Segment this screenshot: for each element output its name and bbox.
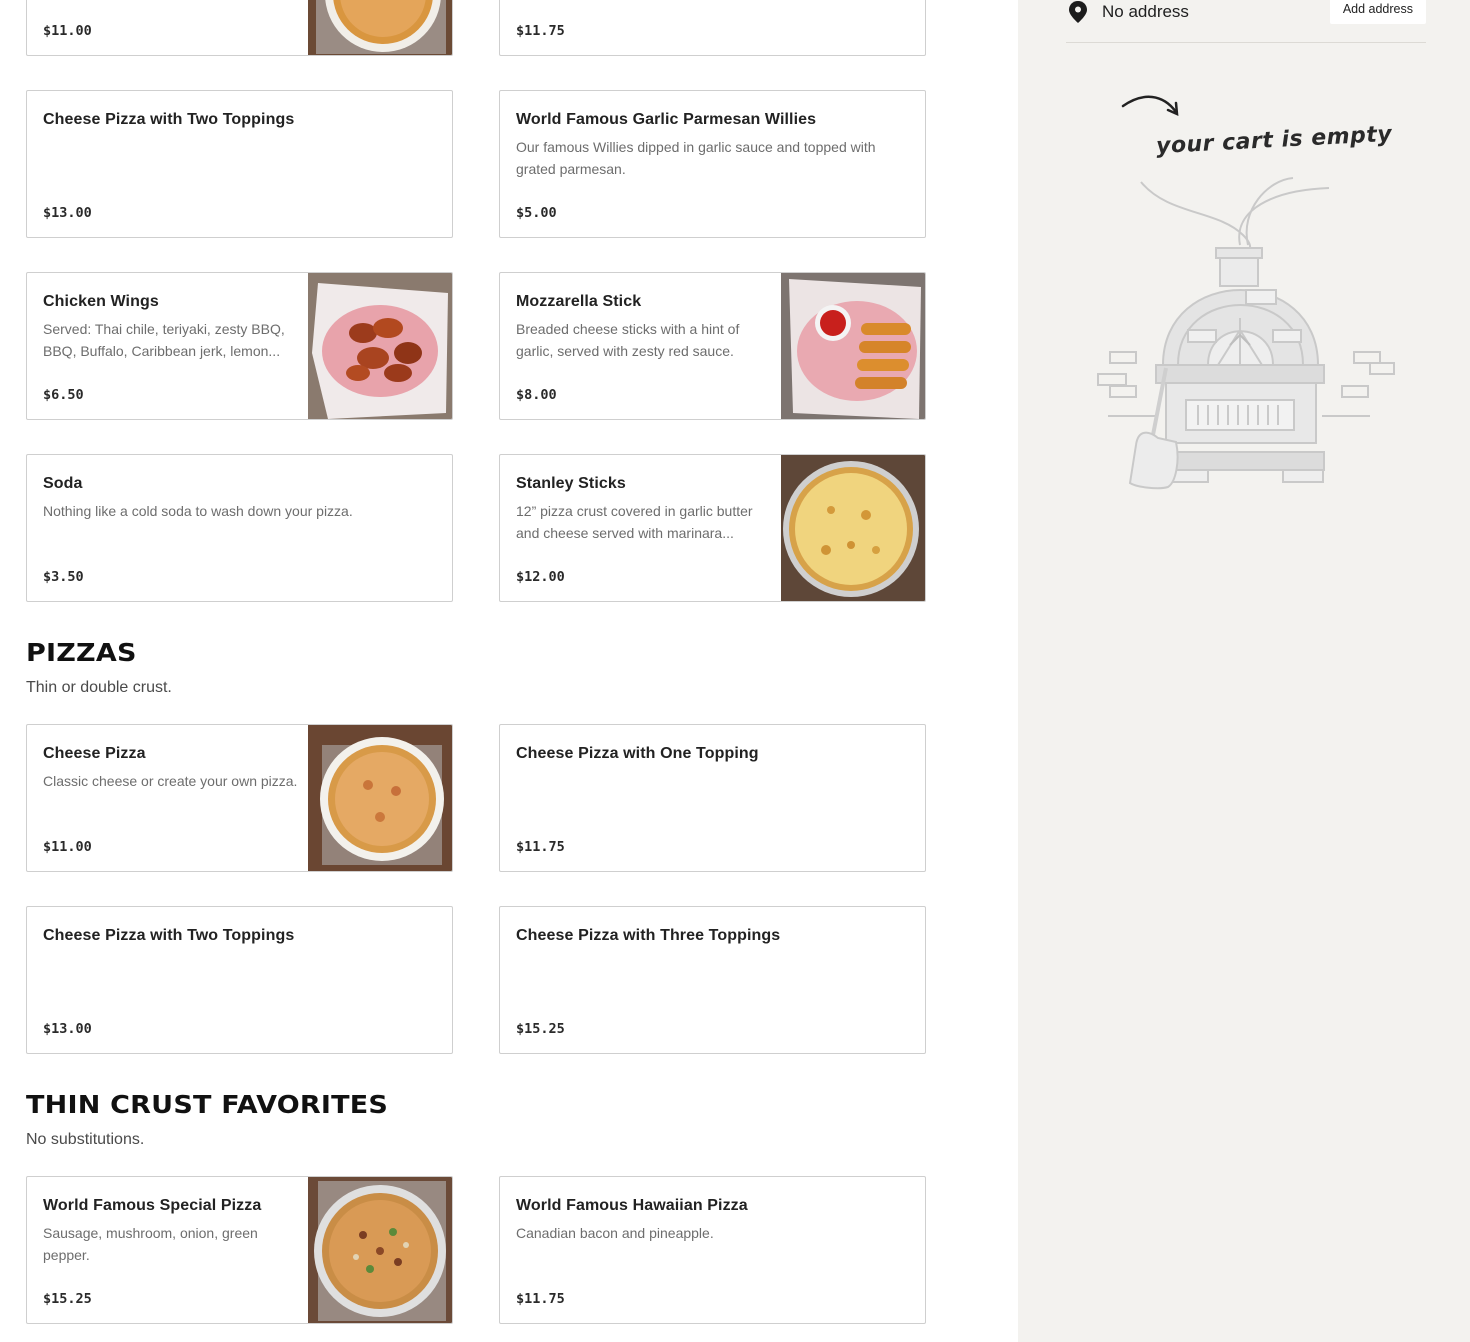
menu-item-card[interactable]: World Famous Special Pizza Sausage, mush… xyxy=(26,1176,453,1324)
item-price: $11.00 xyxy=(43,23,92,39)
item-price: $5.00 xyxy=(516,205,557,221)
menu-item-card[interactable]: Mozzarella Stick Breaded cheese sticks w… xyxy=(499,272,926,420)
item-title: Mozzarella Stick xyxy=(516,293,642,310)
item-description: Sausage, mushroom, onion, green pepper. xyxy=(43,1225,258,1263)
item-photo xyxy=(308,1177,452,1323)
item-title: Stanley Sticks xyxy=(516,475,626,492)
item-description: Classic cheese or create your own pizza. xyxy=(43,773,298,789)
item-description: Nothing like a cold soda to wash down yo… xyxy=(43,503,353,519)
item-price: $11.75 xyxy=(516,23,565,39)
menu-item-card[interactable]: World Famous Garlic Parmesan Willies Our… xyxy=(499,90,926,238)
item-price: $8.00 xyxy=(516,387,557,403)
item-title: Cheese Pizza with One Topping xyxy=(516,745,759,762)
item-price: $6.50 xyxy=(43,387,84,403)
item-title: World Famous Hawaiian Pizza xyxy=(516,1197,748,1214)
item-description: Breaded cheese sticks with a hint of gar… xyxy=(516,321,740,359)
item-title: Chicken Wings xyxy=(43,293,159,310)
menu-item-card[interactable]: Cheese Pizza with Two Toppings $13.00 xyxy=(26,906,453,1054)
item-title: World Famous Special Pizza xyxy=(43,1197,262,1214)
item-photo xyxy=(781,273,925,419)
item-title: World Famous Garlic Parmesan Willies xyxy=(516,111,817,128)
item-price: $13.00 xyxy=(43,205,92,221)
item-price: $11.00 xyxy=(43,839,92,855)
menu-item-card[interactable]: Chicken Wings Served: Thai chile, teriya… xyxy=(26,272,453,420)
menu-item-card[interactable]: Cheese Pizza Classic cheese or create yo… xyxy=(26,724,453,872)
item-price: $15.25 xyxy=(43,1291,92,1307)
menu-item-card[interactable]: World Famous Hawaiian Pizza Canadian bac… xyxy=(499,1176,926,1324)
item-photo xyxy=(308,0,452,55)
item-title: Soda xyxy=(43,475,83,492)
item-price: $12.00 xyxy=(516,569,565,585)
menu-item-card[interactable]: $11.75 xyxy=(499,0,926,56)
menu-item-card[interactable]: Cheese Pizza with Two Toppings $13.00 xyxy=(26,90,453,238)
section-title-pizzas: PIZZAS xyxy=(26,638,137,667)
menu-item-card[interactable]: Cheese Pizza with One Topping $11.75 xyxy=(499,724,926,872)
menu-item-card[interactable]: Stanley Sticks 12” pizza crust covered i… xyxy=(499,454,926,602)
section-title-thin-crust: THIN CRUST FAVORITES xyxy=(26,1090,389,1119)
menu-item-card[interactable]: Soda Nothing like a cold soda to wash do… xyxy=(26,454,453,602)
pizza-oven-illustration xyxy=(1097,177,1395,490)
empty-cart-illustration: your cart is empty xyxy=(1018,0,1470,520)
item-description: Canadian bacon and pineapple. xyxy=(516,1225,714,1241)
item-price: $13.00 xyxy=(43,1021,92,1037)
item-description: 12” pizza crust covered in garlic butter… xyxy=(516,503,753,541)
item-title: Cheese Pizza with Two Toppings xyxy=(43,927,295,944)
item-price: $3.50 xyxy=(43,569,84,585)
item-description: Our famous Willies dipped in garlic sauc… xyxy=(516,139,876,177)
item-title: Cheese Pizza with Three Toppings xyxy=(516,927,781,944)
cart-sidebar: No address Add address your cart is empt… xyxy=(1018,0,1470,1342)
curved-arrow-icon xyxy=(1121,95,1179,117)
item-price: $15.25 xyxy=(516,1021,565,1037)
item-photo xyxy=(781,455,925,601)
item-title: Cheese Pizza xyxy=(43,745,146,762)
item-price: $11.75 xyxy=(516,839,565,855)
menu-item-card[interactable]: $11.00 xyxy=(26,0,453,56)
section-subtitle-thin-crust: No substitutions. xyxy=(26,1131,145,1148)
item-photo xyxy=(308,273,452,419)
item-price: $11.75 xyxy=(516,1291,565,1307)
menu-item-card[interactable]: Cheese Pizza with Three Toppings $15.25 xyxy=(499,906,926,1054)
item-photo xyxy=(308,725,452,871)
item-description: Served: Thai chile, teriyaki, zesty BBQ,… xyxy=(43,321,285,359)
section-subtitle-pizzas: Thin or double crust. xyxy=(26,679,172,696)
menu-main: $11.00 $11.75 Cheese Pizza with Two Topp… xyxy=(0,0,1018,1342)
item-title: Cheese Pizza with Two Toppings xyxy=(43,111,295,128)
